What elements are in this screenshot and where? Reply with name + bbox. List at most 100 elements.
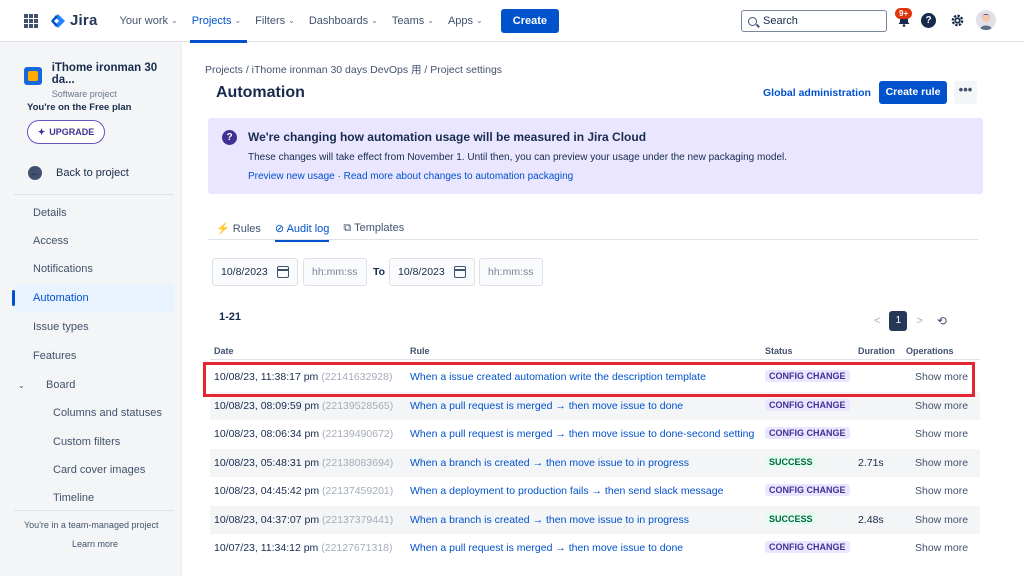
nav-teams[interactable]: Teams ⌄ xyxy=(392,0,434,42)
sidebar-item-label: Timeline xyxy=(53,492,95,504)
chevron-down-icon: ⌄ xyxy=(476,16,483,25)
page-current[interactable]: 1 xyxy=(889,311,908,331)
execution-id: (22137379441) xyxy=(322,513,394,526)
execution-id: (22139490672) xyxy=(322,428,394,440)
show-more-link[interactable]: Show more xyxy=(915,400,968,412)
show-more-link[interactable]: Show more xyxy=(915,514,968,526)
result-range: 1-21 xyxy=(219,311,242,323)
calendar-icon[interactable] xyxy=(454,266,466,278)
from-time-field[interactable]: hh:mm:ss xyxy=(303,258,367,286)
execution-id: (22138083694) xyxy=(322,456,394,469)
chevron-left-icon[interactable]: < xyxy=(874,315,880,327)
show-more-link[interactable]: Show more xyxy=(915,428,968,440)
nav-dashboards[interactable]: Dashboards ⌄ xyxy=(309,0,378,42)
chevron-down-icon: ⌄ xyxy=(427,16,434,25)
rule-link[interactable]: When a pull request is merged → then mov… xyxy=(410,542,683,554)
app-switcher-icon[interactable] xyxy=(24,13,38,28)
sidebar-item-label: Features xyxy=(33,350,77,362)
sidebar-item-label: Card cover images xyxy=(53,464,146,476)
tab-label: Templates xyxy=(354,222,405,234)
sidebar-item-issue-types[interactable]: Issue types xyxy=(14,313,174,341)
sidebar-item-details[interactable]: Details xyxy=(14,199,174,227)
lightning-icon: ⚡ xyxy=(216,223,230,235)
status-badge: SUCCESS xyxy=(765,512,817,525)
sidebar-item-features[interactable]: Features xyxy=(14,342,174,370)
avatar[interactable] xyxy=(976,10,996,30)
table-row[interactable]: 10/08/23, 08:06:34 pm (22139490672) When … xyxy=(210,420,980,448)
more-actions-button[interactable]: ••• xyxy=(954,81,977,104)
rule-link[interactable]: When a branch is created → then move iss… xyxy=(410,514,689,526)
row-date: 10/08/23, 08:09:59 pm (22139528565) xyxy=(214,400,393,412)
preview-usage-link[interactable]: Preview new usage xyxy=(248,171,335,182)
settings-icon[interactable] xyxy=(950,13,965,28)
page-title: Automation xyxy=(216,84,305,101)
date-text: 10/08/23, 08:09:59 pm xyxy=(214,399,320,412)
upgrade-button[interactable]: ✦ UPGRADE xyxy=(27,120,105,144)
jira-logo-icon xyxy=(51,13,65,28)
back-label: Back to project xyxy=(56,167,129,179)
refresh-icon[interactable]: ⟲ xyxy=(937,314,947,328)
show-more-link[interactable]: Show more xyxy=(915,542,968,554)
banner-body: These changes will take effect from Nove… xyxy=(248,152,787,163)
create-rule-button[interactable]: Create rule xyxy=(879,81,947,104)
show-more-link[interactable]: Show more xyxy=(915,457,968,469)
learn-more-link[interactable]: Learn more xyxy=(72,539,118,549)
back-to-project-link[interactable]: ← Back to project xyxy=(28,166,129,180)
pagination: < 1 > ⟲ xyxy=(874,311,947,331)
to-date-field[interactable]: 10/8/2023 xyxy=(389,258,475,286)
rule-link[interactable]: When a branch is created → then move iss… xyxy=(410,457,689,469)
table-row[interactable]: 10/07/23, 11:34:12 pm (22127671318) When … xyxy=(210,534,980,562)
sidebar-item-timeline[interactable]: Timeline xyxy=(14,484,174,512)
row-date: 10/08/23, 04:45:42 pm (22137459201) xyxy=(214,485,393,497)
chevron-right-icon[interactable]: > xyxy=(916,315,922,327)
rule-link[interactable]: When a pull request is merged → then mov… xyxy=(410,428,754,440)
rule-link[interactable]: When a deployment to production fails → … xyxy=(410,485,723,497)
global-administration-link[interactable]: Global administration xyxy=(763,87,871,99)
table-row[interactable]: 10/08/23, 05:48:31 pm (22138083694) When … xyxy=(210,448,980,477)
sidebar-item-columns-and-statuses[interactable]: Columns and statuses xyxy=(14,399,174,427)
sidebar-item-label: Details xyxy=(33,207,67,219)
show-more-link[interactable]: Show more xyxy=(915,485,968,497)
highlight-box xyxy=(203,362,975,397)
nav-label: Projects xyxy=(191,14,232,27)
packaging-changes-link[interactable]: Read more about changes to automation pa… xyxy=(344,171,574,182)
nav-label: Your work xyxy=(119,14,169,27)
copy-icon: ⧉ xyxy=(343,222,352,234)
rule-link[interactable]: When a pull request is merged → then mov… xyxy=(410,400,683,412)
project-header[interactable]: iThome ironman 30 da... Software project xyxy=(24,62,181,99)
nav-your-work[interactable]: Your work ⌄ xyxy=(120,0,178,42)
banner-links: Preview new usage · Read more about chan… xyxy=(248,171,573,182)
column-header-rule: Rule xyxy=(410,346,430,356)
date-text: 10/08/23, 04:37:07 pm xyxy=(214,513,320,526)
help-icon[interactable]: ? xyxy=(921,13,936,28)
jira-logo[interactable]: Jira xyxy=(50,12,98,29)
tab-label: Rules xyxy=(232,223,261,235)
chevron-down-icon: ⌄ xyxy=(18,380,25,390)
from-date-field[interactable]: 10/8/2023 xyxy=(212,258,298,286)
calendar-icon[interactable] xyxy=(277,266,289,278)
tabs-divider xyxy=(208,239,978,240)
breadcrumb[interactable]: Projects / iThome ironman 30 days DevOps… xyxy=(205,62,502,77)
sidebar-item-card-cover-images[interactable]: Card cover images xyxy=(14,456,174,484)
sidebar-item-access[interactable]: Access xyxy=(14,227,174,255)
from-time-placeholder: hh:mm:ss xyxy=(312,266,358,278)
duration: 2.48s xyxy=(858,513,884,526)
sidebar-item-custom-filters[interactable]: Custom filters xyxy=(14,428,174,456)
table-row[interactable]: 10/08/23, 04:37:07 pm (22137379441) When … xyxy=(210,505,980,534)
sidebar-item-notifications[interactable]: Notifications xyxy=(14,255,174,283)
sidebar-item-automation[interactable]: Automation xyxy=(12,284,174,312)
sparkle-icon: ✦ xyxy=(37,126,46,137)
nav-label: Teams xyxy=(391,14,425,27)
date-text: 10/07/23, 11:34:12 pm xyxy=(214,542,319,554)
to-time-field[interactable]: hh:mm:ss xyxy=(479,258,543,286)
nav-projects[interactable]: Projects ⌄ xyxy=(189,0,248,43)
nav-apps[interactable]: Apps ⌄ xyxy=(448,0,483,42)
nav-filters[interactable]: Filters ⌄ xyxy=(255,0,295,42)
sidebar-divider xyxy=(14,510,174,511)
search-input[interactable]: Search xyxy=(741,10,887,32)
status-badge: CONFIG CHANGE xyxy=(765,484,850,496)
table-row[interactable]: 10/08/23, 04:45:42 pm (22137459201) When … xyxy=(210,477,980,505)
sidebar-item-board[interactable]: ⌄ Board xyxy=(14,371,174,399)
from-date-value: 10/8/2023 xyxy=(221,266,268,278)
create-button[interactable]: Create xyxy=(500,8,559,33)
